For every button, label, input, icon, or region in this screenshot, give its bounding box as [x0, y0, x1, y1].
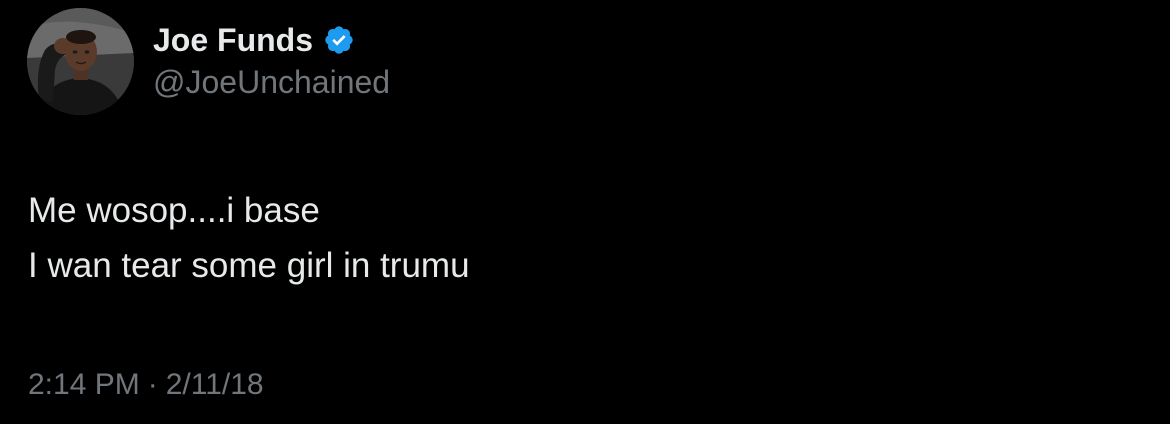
- tweet-timestamp[interactable]: 2:14 PM · 2/11/18: [28, 368, 264, 402]
- tweet-card: Joe Funds @JoeUnchained Me wosop....i ba…: [0, 0, 1170, 424]
- author-display-name[interactable]: Joe Funds: [153, 22, 313, 59]
- author-name-row: Joe Funds: [153, 19, 355, 61]
- verified-badge-icon: [323, 24, 355, 56]
- avatar-photo-icon: [27, 8, 134, 115]
- tweet-text-line: Me wosop....i base: [28, 191, 320, 230]
- avatar[interactable]: [27, 8, 134, 115]
- tweet-text: Me wosop....i base I wan tear some girl …: [28, 183, 470, 293]
- timestamp-separator: ·: [147, 368, 158, 401]
- tweet-text-line: I wan tear some girl in trumu: [28, 246, 470, 285]
- tweet-time: 2:14 PM: [28, 368, 140, 401]
- author-handle[interactable]: @JoeUnchained: [153, 64, 390, 101]
- tweet-date: 2/11/18: [165, 368, 264, 401]
